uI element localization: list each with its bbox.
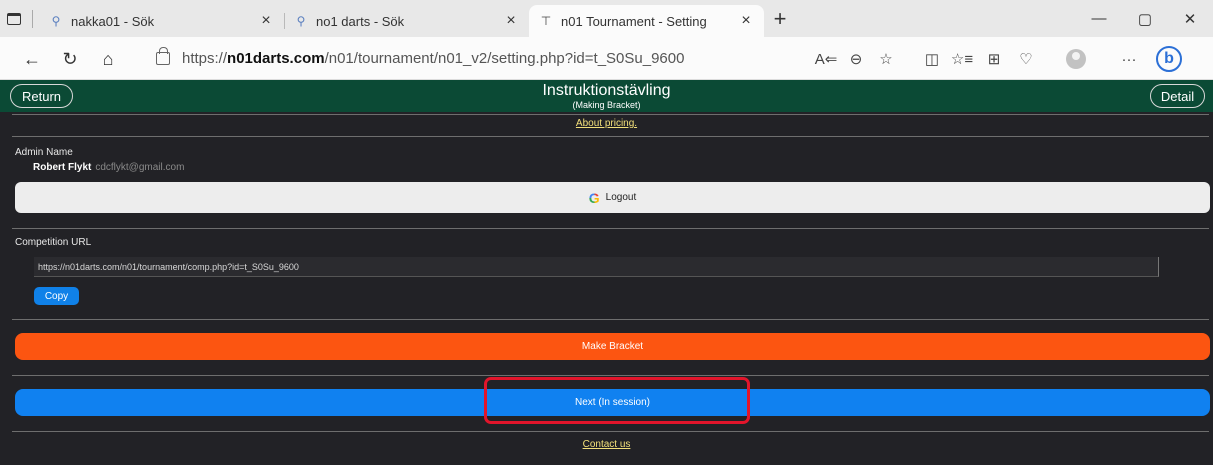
divider <box>12 114 1209 115</box>
logout-button[interactable]: G Logout <box>15 182 1210 213</box>
profile-button[interactable] <box>1062 45 1090 73</box>
favorite-star-icon[interactable]: ☆ <box>872 45 900 73</box>
pricing-link-row: About pricing. <box>0 118 1213 129</box>
new-tab-button[interactable]: + <box>764 0 796 37</box>
page-title-block: Instruktionstävling (Making Bracket) <box>0 81 1213 111</box>
admin-name: Robert Flykt <box>33 162 92 173</box>
url-path: /n01/tournament/n01_v2/setting.php?id=t_… <box>324 50 685 67</box>
competition-url-field[interactable]: https://n01darts.com/n01/tournament/comp… <box>34 257 1159 277</box>
tab-no1-darts[interactable]: ⚲ no1 darts - Sök × <box>284 5 529 37</box>
contact-us-link[interactable]: Contact us <box>583 439 631 450</box>
more-options-icon[interactable]: ··· <box>1115 45 1143 73</box>
search-icon: ⚲ <box>51 14 61 28</box>
close-window-button[interactable]: ✕ <box>1167 0 1213 37</box>
browser-tab-bar: ⚲ nakka01 - Sök × ⚲ no1 darts - Sök × ⊤ … <box>0 0 1213 37</box>
admin-name-label: Admin Name <box>15 147 73 158</box>
tab-divider <box>32 9 33 28</box>
maximize-button[interactable]: ▢ <box>1122 0 1168 37</box>
collections-icon[interactable]: ⊞ <box>980 45 1008 73</box>
tab-title: no1 darts - Sök <box>316 13 405 29</box>
tab-title: nakka01 - Sök <box>71 13 155 29</box>
copy-button[interactable]: Copy <box>34 287 79 305</box>
address-toolbar: ← ↻ ⌂ https://n01darts.com/n01/tournamen… <box>0 37 1213 80</box>
split-screen-icon[interactable]: ◫ <box>918 45 946 73</box>
divider <box>12 319 1209 320</box>
admin-info: Robert Flykt cdcflykt@gmail.com <box>33 162 184 173</box>
contact-link-row: Contact us <box>0 439 1213 450</box>
admin-email: cdcflykt@gmail.com <box>95 162 185 173</box>
logout-label: Logout <box>605 192 637 203</box>
divider <box>12 228 1209 229</box>
tab-n01-tournament[interactable]: ⊤ n01 Tournament - Setting × <box>529 5 764 37</box>
bracket-icon: ⊤ <box>540 14 552 28</box>
page-header: Return Instruktionstävling (Making Brack… <box>0 80 1213 112</box>
url-prefix: https:// <box>182 50 228 67</box>
page-subtitle: (Making Bracket) <box>572 100 641 110</box>
tab-title: n01 Tournament - Setting <box>561 13 707 29</box>
about-pricing-link[interactable]: About pricing. <box>576 118 637 129</box>
home-icon[interactable]: ⌂ <box>94 45 122 73</box>
url-domain: n01darts.com <box>227 50 325 67</box>
lock-icon <box>156 47 170 65</box>
favorites-list-icon[interactable]: ☆≡ <box>948 45 976 73</box>
minimize-button[interactable]: — <box>1076 0 1122 37</box>
competition-url-label: Competition URL <box>15 237 92 248</box>
bing-chat-button[interactable]: b <box>1155 45 1183 73</box>
detail-button[interactable]: Detail <box>1150 84 1205 108</box>
back-button[interactable]: ← <box>18 45 46 73</box>
avatar <box>1066 49 1086 69</box>
bing-icon: b <box>1156 46 1182 72</box>
browser-essentials-icon[interactable]: ♡ <box>1012 45 1040 73</box>
tab-nakka01[interactable]: ⚲ nakka01 - Sök × <box>39 5 285 37</box>
google-icon: G <box>588 189 600 206</box>
divider <box>12 375 1209 376</box>
tab-actions-icon <box>7 12 21 25</box>
close-icon[interactable]: × <box>503 12 519 30</box>
page-title: Instruktionstävling <box>542 82 671 99</box>
page-content: Return Instruktionstävling (Making Brack… <box>0 80 1213 465</box>
make-bracket-button[interactable]: Make Bracket <box>15 333 1210 360</box>
highlight-annotation <box>484 377 750 424</box>
refresh-button[interactable]: ↻ <box>56 45 84 73</box>
read-aloud-icon[interactable]: A⇐ <box>812 45 840 73</box>
address-bar[interactable]: https://n01darts.com/n01/tournament/n01_… <box>142 42 884 75</box>
close-icon[interactable]: × <box>258 12 274 30</box>
zoom-icon[interactable]: ⊖ <box>842 45 870 73</box>
close-icon[interactable]: × <box>738 12 754 30</box>
divider <box>12 136 1209 137</box>
tab-actions-button[interactable] <box>0 0 28 37</box>
divider <box>12 431 1209 432</box>
search-icon: ⚲ <box>296 14 306 28</box>
